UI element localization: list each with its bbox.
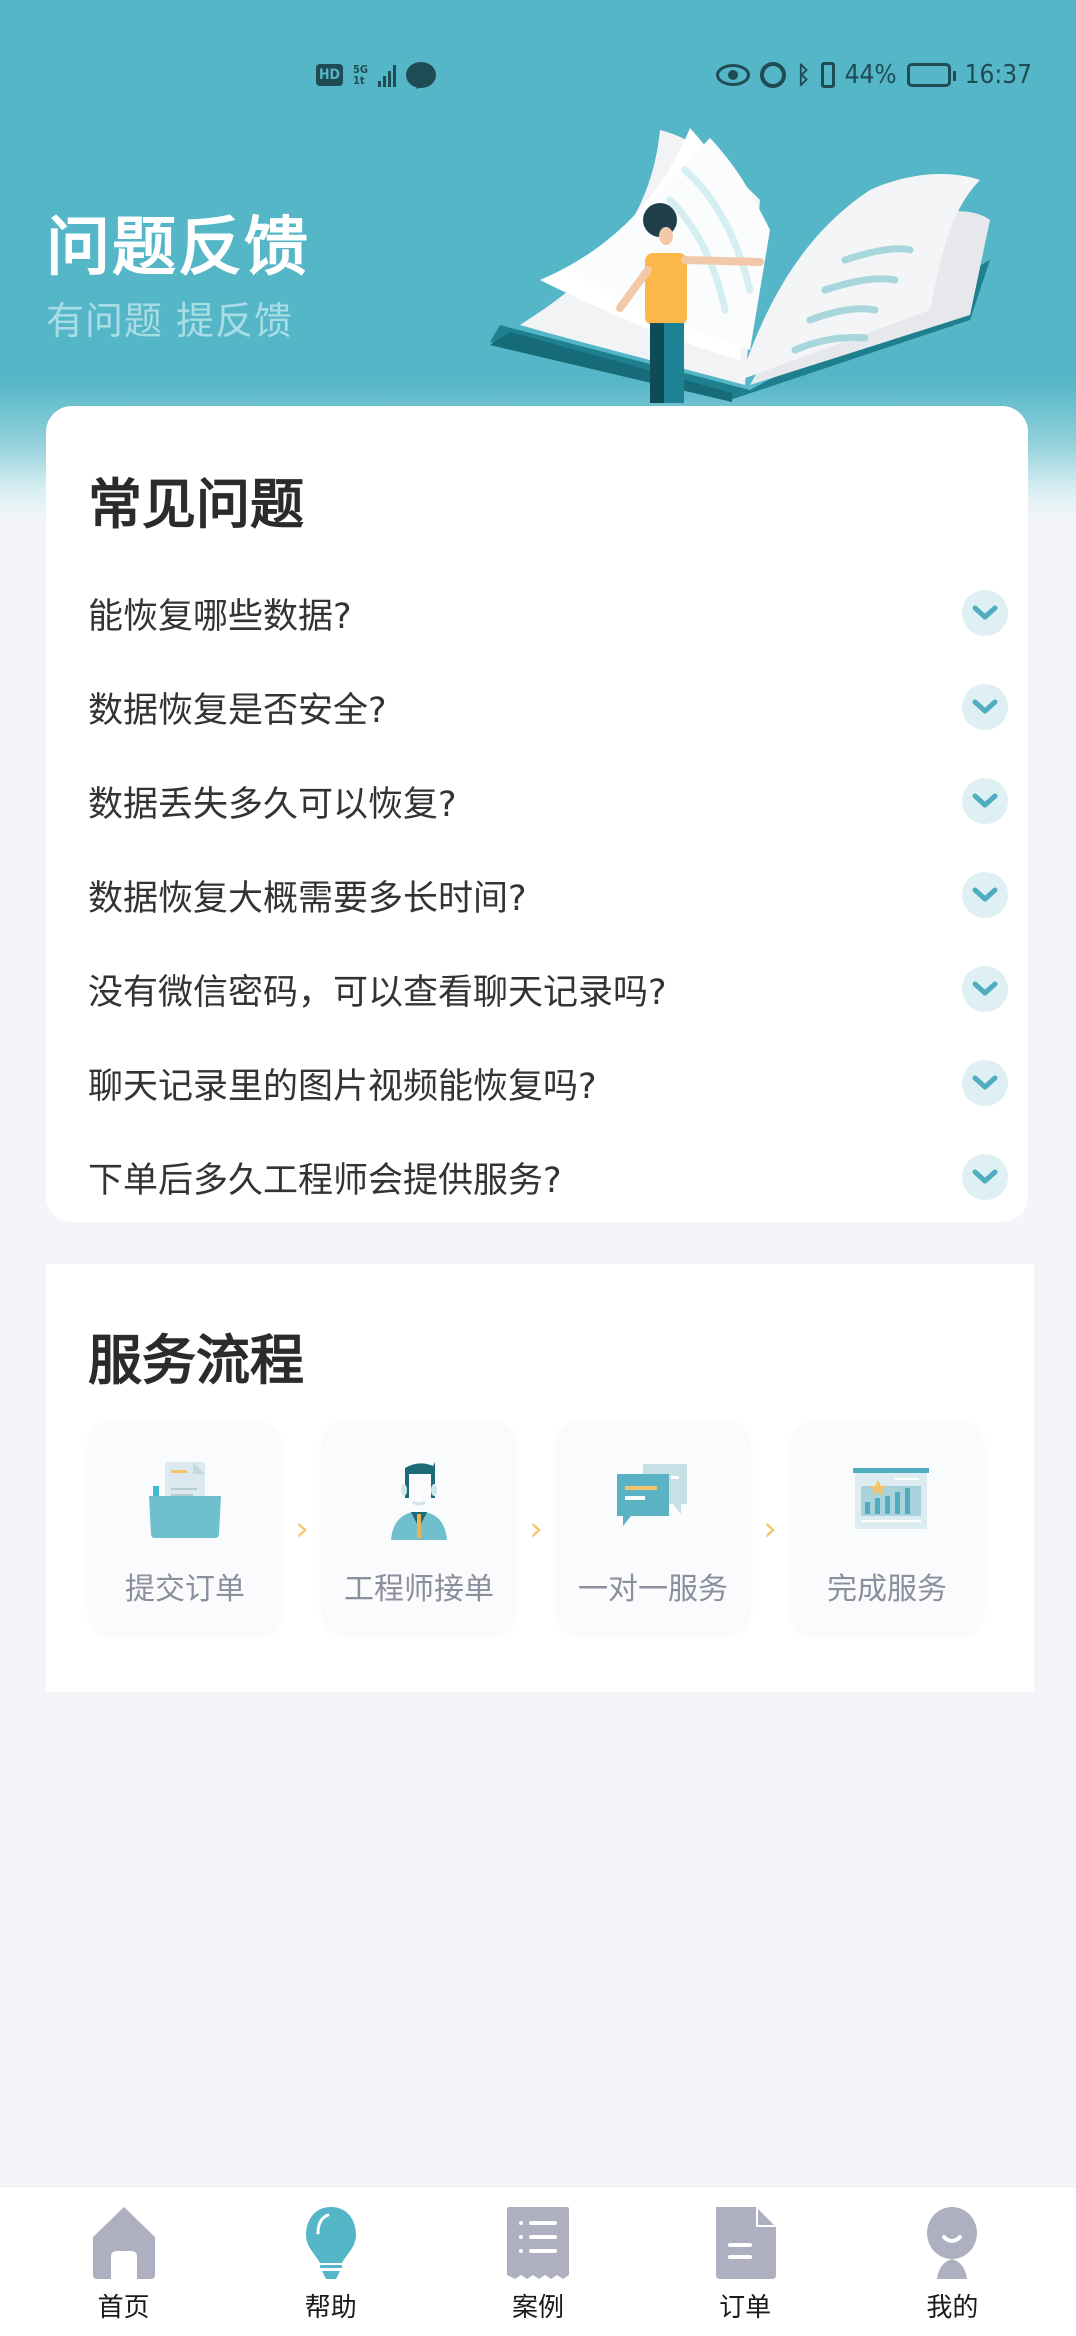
faq-question: 数据恢复大概需要多长时间? <box>88 878 527 919</box>
chevron-down-icon <box>972 699 998 714</box>
battery-percent: 44% <box>844 60 897 90</box>
document-icon <box>716 2207 777 2279</box>
service-flow-steps: 提交订单 › 工程师接单 › 一对一服务 › 完成服务 <box>90 1424 982 1634</box>
expand-button[interactable] <box>962 1154 1008 1200</box>
clock: 16:37 <box>964 60 1032 90</box>
nav-label: 案例 <box>511 2293 564 2323</box>
signal-icon <box>378 63 397 87</box>
flow-step-submit-order: 提交订单 <box>90 1424 280 1634</box>
hd-icon: HD <box>316 64 343 86</box>
faq-item[interactable]: 聊天记录里的图片视频能恢复吗? <box>88 1036 1008 1130</box>
network-sub-label: 1t <box>353 74 365 87</box>
alarm-icon <box>760 62 787 88</box>
nav-item-profile[interactable]: 我的 <box>877 2187 1027 2336</box>
nav-label: 首页 <box>97 2293 150 2323</box>
faq-question: 数据丢失多久可以恢复? <box>88 784 457 825</box>
page-title: 问题反馈 <box>46 211 310 285</box>
eye-comfort-icon <box>716 64 751 86</box>
nav-label: 我的 <box>926 2293 979 2323</box>
expand-button[interactable] <box>962 778 1008 824</box>
nav-item-cases[interactable]: 案例 <box>463 2187 613 2336</box>
flow-step-one-on-one: 一对一服务 <box>558 1424 748 1634</box>
chevron-down-icon <box>972 1075 998 1090</box>
vibrate-icon <box>820 62 835 88</box>
book-reader-illustration <box>490 128 990 403</box>
faq-card: 常见问题 能恢复哪些数据? 数据恢复是否安全? 数据丢失多久可以恢复? 数据恢复… <box>46 406 1028 1222</box>
faq-question: 下单后多久工程师会提供服务? <box>88 1160 562 1201</box>
faq-item[interactable]: 能恢复哪些数据? <box>88 566 1008 660</box>
chevron-right-icon: › <box>529 1509 543 1549</box>
faq-list: 能恢复哪些数据? 数据恢复是否安全? 数据丢失多久可以恢复? 数据恢复大概需要多… <box>88 566 1008 1224</box>
faq-title: 常见问题 <box>88 473 304 536</box>
lightbulb-icon <box>305 2207 356 2279</box>
expand-button[interactable] <box>962 684 1008 730</box>
faq-question: 没有微信密码，可以查看聊天记录吗? <box>88 972 667 1013</box>
flow-step-label: 一对一服务 <box>578 1572 728 1607</box>
status-bar: HD 5G 1t ᛒ 44% 16:37 <box>0 58 1076 98</box>
faq-item[interactable]: 数据丢失多久可以恢复? <box>88 754 1008 848</box>
battery-icon <box>906 63 956 87</box>
flow-step-label: 工程师接单 <box>344 1572 494 1607</box>
chevron-down-icon <box>972 605 998 620</box>
faq-item[interactable]: 数据恢复大概需要多长时间? <box>88 848 1008 942</box>
faq-item[interactable]: 下单后多久工程师会提供服务? <box>88 1130 1008 1224</box>
faq-question: 能恢复哪些数据? <box>88 596 352 637</box>
engineer-icon <box>391 1462 447 1540</box>
expand-button[interactable] <box>962 872 1008 918</box>
flow-step-label: 完成服务 <box>827 1572 947 1607</box>
nav-item-orders[interactable]: 订单 <box>670 2187 820 2336</box>
folder-document-icon <box>149 1462 221 1538</box>
flow-step-engineer-accept: 工程师接单 <box>324 1424 514 1634</box>
chevron-right-icon: › <box>295 1509 309 1549</box>
faq-item[interactable]: 没有微信密码，可以查看聊天记录吗? <box>88 942 1008 1036</box>
chevron-down-icon <box>972 793 998 808</box>
service-flow-title: 服务流程 <box>88 1329 304 1392</box>
nav-label: 订单 <box>719 2293 772 2323</box>
home-icon <box>92 2207 155 2279</box>
page-subtitle: 有问题 提反馈 <box>46 299 294 343</box>
service-flow-card: 服务流程 提交订单 › 工程师接单 › 一对一服务 › 完成服务 <box>46 1264 1034 1692</box>
expand-button[interactable] <box>962 966 1008 1012</box>
chevron-down-icon <box>972 887 998 902</box>
user-icon <box>927 2207 978 2279</box>
nav-item-home[interactable]: 首页 <box>49 2187 199 2336</box>
chevron-down-icon <box>972 981 998 996</box>
flow-step-complete: 完成服务 <box>792 1424 982 1634</box>
list-receipt-icon <box>506 2207 569 2279</box>
report-chart-icon <box>853 1468 929 1529</box>
bluetooth-icon: ᛒ <box>796 61 811 89</box>
chevron-down-icon <box>972 1169 998 1184</box>
network-type: 5G 1t <box>353 64 368 86</box>
nav-item-help[interactable]: 帮助 <box>256 2187 406 2336</box>
flow-step-label: 提交订单 <box>125 1572 245 1607</box>
message-notification-icon <box>406 62 437 88</box>
bottom-nav: 首页 帮助 案例 订单 我的 <box>0 2186 1076 2336</box>
chat-bubbles-icon <box>617 1464 687 1526</box>
nav-label: 帮助 <box>304 2293 357 2323</box>
faq-question: 聊天记录里的图片视频能恢复吗? <box>88 1066 597 1107</box>
faq-item[interactable]: 数据恢复是否安全? <box>88 660 1008 754</box>
faq-question: 数据恢复是否安全? <box>88 690 387 731</box>
chevron-right-icon: › <box>763 1509 777 1549</box>
expand-button[interactable] <box>962 590 1008 636</box>
expand-button[interactable] <box>962 1060 1008 1106</box>
